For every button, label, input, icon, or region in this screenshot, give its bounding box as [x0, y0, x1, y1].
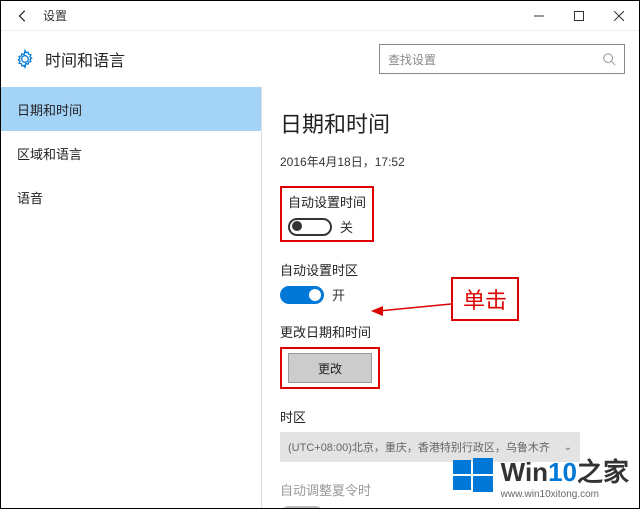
sidebar-item-label: 语音: [17, 188, 43, 207]
gear-icon: [15, 49, 35, 69]
back-button[interactable]: [9, 2, 37, 30]
page-heading: 日期和时间: [280, 107, 621, 139]
search-input[interactable]: 查找设置: [379, 44, 625, 74]
annotation-box-auto-time: 自动设置时间 关: [280, 186, 374, 242]
sidebar-item-label: 区域和语言: [17, 144, 82, 163]
auto-time-toggle[interactable]: [288, 218, 332, 236]
windows-logo-icon: [451, 454, 495, 498]
annotation-callout: 单击: [451, 277, 519, 321]
search-icon: [602, 52, 616, 66]
dst-state: 关: [332, 505, 345, 508]
change-button[interactable]: 更改: [288, 353, 372, 383]
close-icon: [614, 11, 624, 21]
sidebar-item-region[interactable]: 区域和语言: [1, 131, 261, 175]
tz-label: 时区: [280, 407, 621, 426]
sidebar-item-label: 日期和时间: [17, 100, 82, 119]
auto-time-state: 关: [340, 217, 353, 236]
window-controls: [519, 1, 639, 31]
auto-tz-state: 开: [332, 285, 345, 304]
watermark-url: www.win10xitong.com: [501, 489, 629, 500]
annotation-box-change-btn: 更改: [280, 347, 380, 389]
close-button[interactable]: [599, 1, 639, 31]
sidebar-item-speech[interactable]: 语音: [1, 175, 261, 219]
dst-toggle: [280, 506, 324, 509]
auto-time-label: 自动设置时间: [288, 192, 366, 211]
sidebar: 日期和时间 区域和语言 语音: [1, 87, 261, 508]
annotation-text: 单击: [463, 288, 507, 313]
change-dt-label: 更改日期和时间: [280, 322, 621, 341]
search-placeholder: 查找设置: [388, 51, 602, 68]
header: 时间和语言 查找设置: [1, 31, 639, 87]
sidebar-item-datetime[interactable]: 日期和时间: [1, 87, 261, 131]
content-pane: 日期和时间 2016年4月18日，17:52 自动设置时间 关 自动设置时区 开…: [261, 87, 639, 508]
window-title: 设置: [43, 7, 67, 24]
maximize-icon: [574, 11, 584, 21]
chevron-down-icon: ⌄: [564, 442, 572, 453]
maximize-button[interactable]: [559, 1, 599, 31]
minimize-icon: [534, 11, 544, 21]
toggle-knob: [309, 289, 321, 301]
watermark-brand: Win10之家: [501, 452, 629, 489]
minimize-button[interactable]: [519, 1, 559, 31]
current-datetime: 2016年4月18日，17:52: [280, 153, 621, 170]
back-arrow-icon: [16, 9, 30, 23]
title-bar: 设置: [1, 1, 639, 31]
toggle-knob: [292, 221, 302, 231]
header-title: 时间和语言: [45, 47, 125, 71]
change-button-label: 更改: [318, 360, 342, 377]
auto-tz-toggle[interactable]: [280, 286, 324, 304]
watermark: Win10之家 www.win10xitong.com: [451, 452, 629, 500]
